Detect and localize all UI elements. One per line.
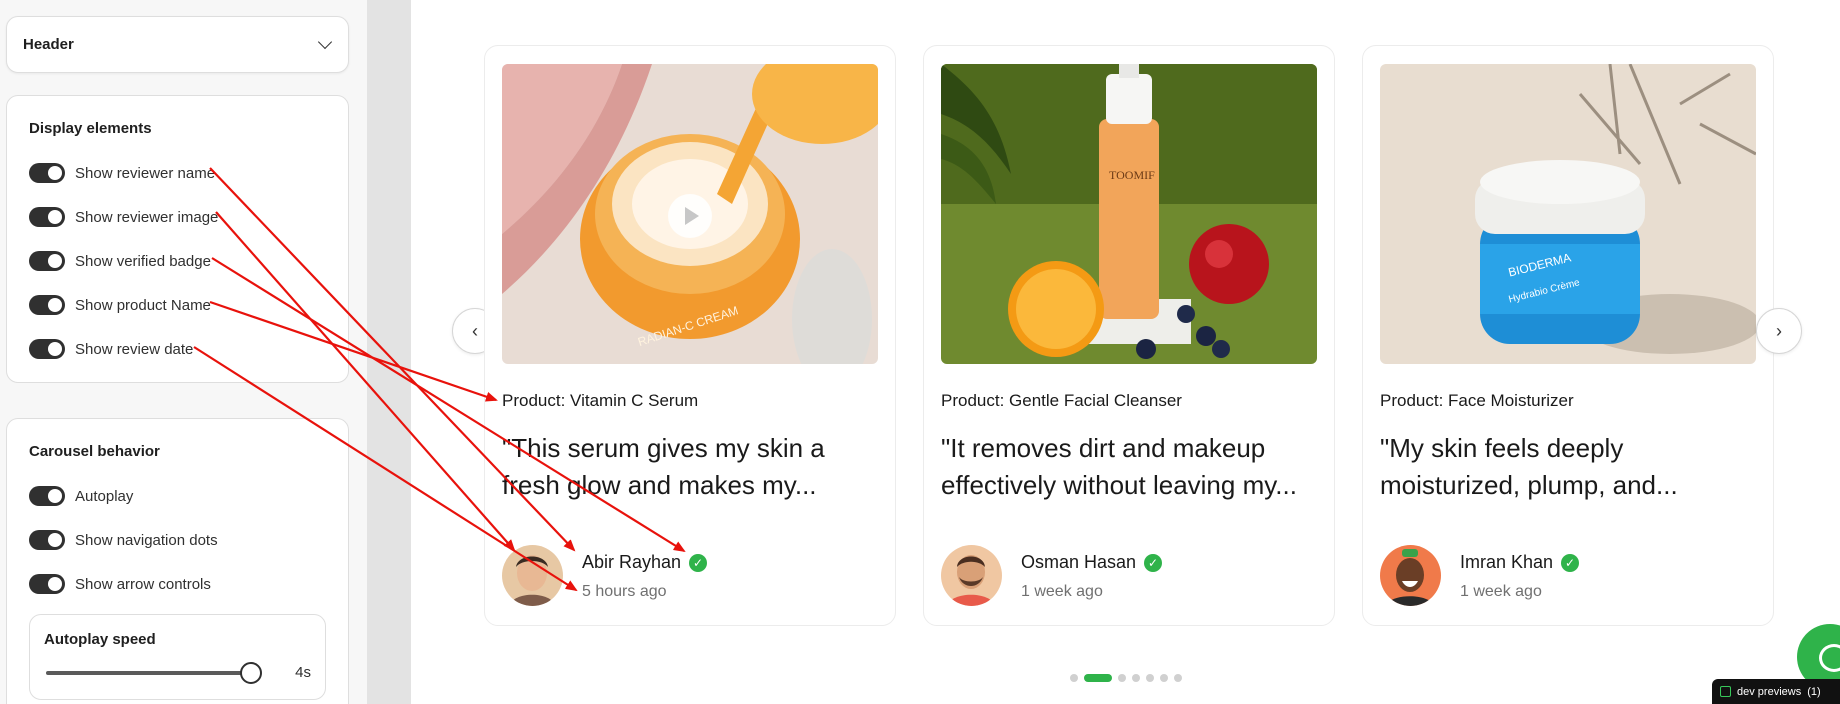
review-card: TOOMIF Product: Gentle Facial Cleanser "… — [923, 45, 1335, 626]
product-name: Product: Face Moisturizer — [1380, 391, 1574, 410]
toggle-label: Show review date — [75, 340, 194, 358]
reviewer-avatar — [1380, 545, 1441, 606]
navigation-dot[interactable] — [1146, 674, 1154, 682]
quote-line: "My skin feels deeply — [1380, 433, 1624, 463]
navigation-dot[interactable] — [1160, 674, 1168, 682]
product-name: Product: Gentle Facial Cleanser — [941, 391, 1182, 410]
chevron-left-icon: ‹ — [472, 320, 478, 341]
toggle-row-product-name[interactable]: Show product Name — [29, 283, 326, 327]
verified-badge-icon: ✓ — [1561, 553, 1580, 572]
autoplay-speed-value: 4s — [295, 664, 311, 681]
reviewer-avatar — [502, 545, 563, 606]
navigation-dots — [1070, 674, 1182, 682]
navigation-dot[interactable] — [1118, 674, 1126, 682]
verified-badge-toggle[interactable] — [29, 251, 65, 271]
quote-line: moisturized, plump, and... — [1380, 470, 1678, 500]
reviewer-avatar — [941, 545, 1002, 606]
autoplay-toggle[interactable] — [29, 486, 65, 506]
play-icon[interactable] — [668, 194, 712, 238]
autoplay-speed-control: Autoplay speed 4s — [29, 614, 326, 700]
navigation-dot[interactable] — [1070, 674, 1078, 682]
autoplay-speed-slider[interactable] — [46, 661, 262, 684]
slider-thumb[interactable] — [240, 661, 262, 684]
toggle-label: Show verified badge — [75, 252, 211, 270]
review-quote: "My skin feels deeply moisturized, plump… — [1380, 430, 1760, 504]
display-elements-section: Display elements Show reviewer name Show… — [6, 95, 349, 383]
toggle-row-reviewer-name[interactable]: Show reviewer name — [29, 151, 326, 195]
review-date: 5 hours ago — [582, 583, 667, 600]
toggle-row-reviewer-image[interactable]: Show reviewer image — [29, 195, 326, 239]
toggle-row-arrow-controls[interactable]: Show arrow controls — [29, 562, 326, 606]
header-section-collapsible[interactable]: Header — [6, 16, 349, 73]
dev-previews-badge[interactable]: dev previews (1) — [1712, 679, 1840, 704]
navigation-dot[interactable] — [1084, 674, 1112, 682]
reviewer-name-toggle[interactable] — [29, 163, 65, 183]
review-date: 1 week ago — [1021, 583, 1103, 600]
display-elements-title: Display elements — [29, 120, 152, 137]
verified-badge-icon: ✓ — [1144, 553, 1163, 572]
toggle-label: Show reviewer image — [75, 208, 219, 226]
product-image-video[interactable]: RADIAN-C CREAM — [502, 64, 878, 364]
review-date: 1 week ago — [1460, 583, 1542, 600]
quote-line: "It removes dirt and makeup — [941, 433, 1266, 463]
quote-line: effectively without leaving my... — [941, 470, 1297, 500]
reviewer-image-toggle[interactable] — [29, 207, 65, 227]
chevron-right-icon: › — [1776, 320, 1782, 341]
carousel-next-button[interactable]: › — [1756, 308, 1802, 354]
autoplay-speed-title: Autoplay speed — [44, 631, 156, 648]
review-quote: "This serum gives my skin a fresh glow a… — [502, 430, 882, 504]
chevron-down-icon[interactable] — [317, 34, 333, 50]
navigation-dots-toggle[interactable] — [29, 530, 65, 550]
product-image: BIODERMA Hydrabio Crème — [1380, 64, 1756, 364]
arrow-controls-toggle[interactable] — [29, 574, 65, 594]
toggle-row-verified-badge[interactable]: Show verified badge — [29, 239, 326, 283]
header-section-title: Header — [23, 36, 74, 53]
product-name-toggle[interactable] — [29, 295, 65, 315]
review-quote: "It removes dirt and makeup effectively … — [941, 430, 1321, 504]
product-image: TOOMIF — [941, 64, 1317, 364]
carousel-behavior-title: Carousel behavior — [29, 443, 160, 460]
review-card: RADIAN-C CREAM Product: Vitamin C Serum … — [484, 45, 896, 626]
navigation-dot[interactable] — [1174, 674, 1182, 682]
settings-panel: Header Display elements Show reviewer na… — [0, 0, 367, 704]
reviewer-name-row: Abir Rayhan ✓ — [582, 552, 708, 573]
reviewer-name-row: Osman Hasan ✓ — [1021, 552, 1163, 573]
toggle-label: Show arrow controls — [75, 575, 211, 593]
product-name: Product: Vitamin C Serum — [502, 391, 699, 410]
quote-line: fresh glow and makes my... — [502, 470, 817, 500]
verified-badge-icon: ✓ — [689, 553, 708, 572]
toggle-label: Show product Name — [75, 296, 211, 314]
svg-text:TOOMIF: TOOMIF — [1109, 168, 1155, 182]
toggle-label: Show navigation dots — [75, 531, 218, 549]
toggle-label: Autoplay — [75, 487, 134, 505]
reviewer-name: Osman Hasan — [1021, 552, 1137, 572]
quote-line: "This serum gives my skin a — [502, 433, 825, 463]
toggle-label: Show reviewer name — [75, 164, 216, 182]
navigation-dot[interactable] — [1132, 674, 1140, 682]
toggle-row-review-date[interactable]: Show review date — [29, 327, 326, 371]
panel-divider — [367, 0, 411, 704]
toggle-row-autoplay[interactable]: Autoplay — [29, 474, 326, 518]
toggle-row-navigation-dots[interactable]: Show navigation dots — [29, 518, 326, 562]
reviewer-name: Abir Rayhan — [582, 552, 682, 572]
dev-previews-label: dev previews — [1737, 685, 1802, 698]
reviewer-name-row: Imran Khan ✓ — [1460, 552, 1580, 573]
preview-icon — [1720, 686, 1731, 697]
carousel-behavior-section: Carousel behavior Autoplay Show navigati… — [6, 418, 349, 704]
review-date-toggle[interactable] — [29, 339, 65, 359]
reviewer-name: Imran Khan — [1460, 552, 1554, 572]
dev-previews-count: (1) — [1807, 685, 1821, 698]
review-card: BIODERMA Hydrabio Crème Product: Face Mo… — [1362, 45, 1774, 626]
